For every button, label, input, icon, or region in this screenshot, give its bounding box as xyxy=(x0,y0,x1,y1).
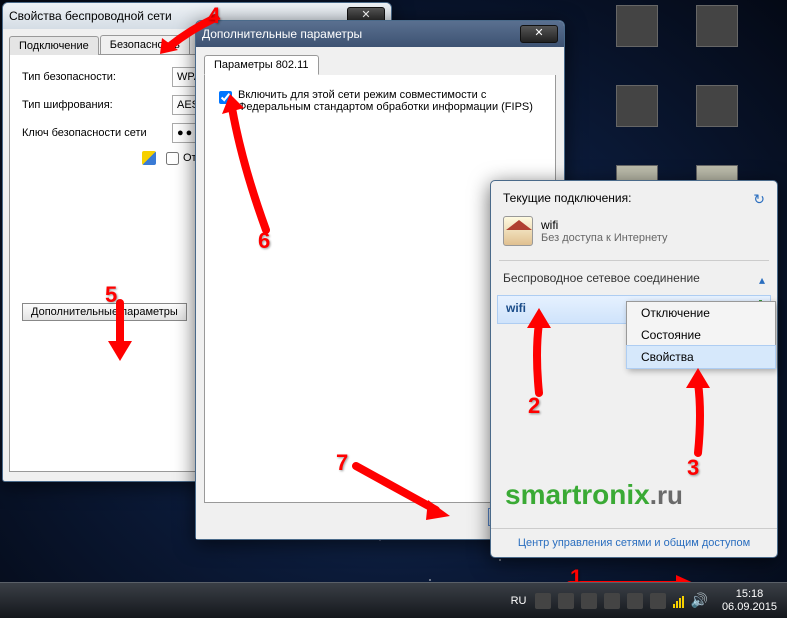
wifi-tray-icon[interactable] xyxy=(673,594,684,608)
desktop-icon[interactable] xyxy=(677,5,757,85)
tab-connection[interactable]: Подключение xyxy=(9,36,99,55)
network-center-link[interactable]: Центр управления сетями и общим доступом xyxy=(491,528,777,557)
fips-label: Включить для этой сети режим совместимос… xyxy=(238,89,541,113)
fips-checkbox[interactable] xyxy=(219,91,232,104)
titlebar[interactable]: Дополнительные параметры ✕ xyxy=(196,21,564,47)
clock[interactable]: 15:18 06.09.2015 xyxy=(712,588,787,614)
close-icon[interactable]: ✕ xyxy=(520,25,558,43)
flyout-header: Текущие подключения: xyxy=(503,191,631,208)
taskbar: RU 🔊 15:18 06.09.2015 xyxy=(0,582,787,618)
network-name: wifi xyxy=(506,301,526,318)
desktop-icon[interactable] xyxy=(597,85,677,165)
wireless-section-header[interactable]: Беспроводное сетевое соединение ▴ xyxy=(491,265,777,291)
advanced-settings-button[interactable]: Дополнительные параметры xyxy=(22,303,187,321)
tab-security[interactable]: Безопасность xyxy=(100,35,190,54)
context-menu: Отключение Состояние Свойства xyxy=(626,301,776,369)
tray-icon[interactable] xyxy=(627,593,643,609)
desktop-icon[interactable] xyxy=(597,5,677,85)
tray-icon[interactable] xyxy=(558,593,574,609)
show-chars-checkbox[interactable] xyxy=(166,152,179,165)
shield-icon xyxy=(142,151,156,165)
tray-icon[interactable] xyxy=(581,593,597,609)
enc-label: Тип шифрования: xyxy=(22,99,172,111)
sectype-label: Тип безопасности: xyxy=(22,71,172,83)
current-status: Без доступа к Интернету xyxy=(541,232,668,244)
tray-icon[interactable] xyxy=(604,593,620,609)
ctx-disconnect[interactable]: Отключение xyxy=(627,302,775,324)
key-label: Ключ безопасности сети xyxy=(22,127,172,139)
chevron-up-icon: ▴ xyxy=(759,273,765,287)
volume-icon[interactable]: 🔊 xyxy=(691,592,708,609)
tray-icon[interactable] xyxy=(650,593,666,609)
refresh-icon[interactable]: ↻ xyxy=(753,191,765,208)
home-network-icon xyxy=(503,216,533,246)
current-ssid: wifi xyxy=(541,218,668,232)
tab-80211[interactable]: Параметры 802.11 xyxy=(204,55,319,75)
lang-indicator[interactable]: RU xyxy=(511,595,527,607)
ctx-state[interactable]: Состояние xyxy=(627,324,775,346)
tray-icon[interactable] xyxy=(535,593,551,609)
window-title: Дополнительные параметры xyxy=(202,27,520,41)
ctx-properties[interactable]: Свойства xyxy=(626,345,776,369)
desktop-icon[interactable] xyxy=(677,85,757,165)
watermark: smartronix.ru xyxy=(505,479,683,511)
